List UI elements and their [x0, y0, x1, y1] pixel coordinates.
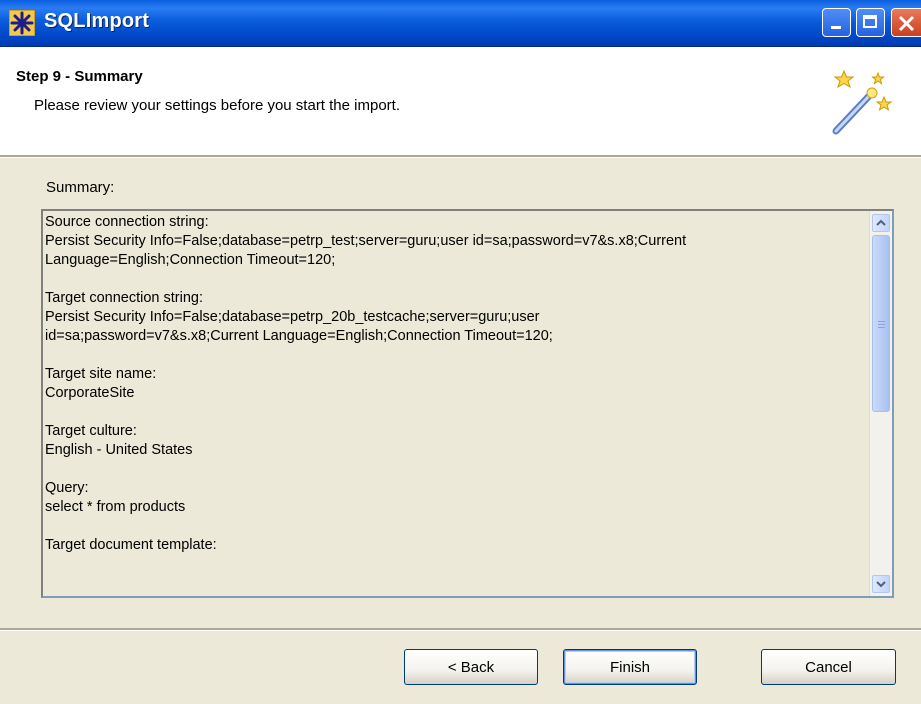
- summary-textbox[interactable]: Source connection string: Persist Securit…: [41, 209, 894, 598]
- summary-value: CorporateSite: [45, 385, 135, 401]
- summary-value: English - United States: [45, 442, 193, 458]
- close-button[interactable]: [891, 8, 921, 37]
- magic-wand-icon: [832, 69, 893, 135]
- minimize-icon: [831, 26, 841, 29]
- summary-value: select * from products: [45, 499, 186, 515]
- summary-label: Summary:: [46, 179, 115, 196]
- summary-heading: Target site name:: [45, 366, 157, 382]
- summary-heading: Target connection string:: [45, 290, 203, 306]
- summary-value: Persist Security Info=False;database=pet…: [45, 233, 687, 249]
- chevron-up-icon: [876, 219, 886, 226]
- maximize-icon: [863, 15, 877, 28]
- step-description: Please review your settings before you s…: [34, 97, 401, 114]
- summary-heading: Target culture:: [45, 423, 137, 439]
- summary-value: id=sa;password=v7&s.x8;Current Language=…: [45, 328, 553, 344]
- summary-block: Query: select * from products: [45, 479, 871, 517]
- vertical-scrollbar[interactable]: [869, 211, 892, 596]
- summary-content: Source connection string: Persist Securit…: [45, 213, 871, 574]
- chevron-down-icon: [876, 581, 886, 588]
- footer-divider: [0, 628, 921, 631]
- summary-heading: Query:: [45, 480, 89, 496]
- app-icon: [9, 10, 35, 36]
- scroll-up-button[interactable]: [872, 214, 890, 232]
- maximize-button[interactable]: [856, 8, 885, 37]
- summary-value: Persist Security Info=False;database=pet…: [45, 309, 540, 325]
- summary-block: Target document template:: [45, 536, 871, 555]
- grip-line: [878, 324, 885, 325]
- step-title: Step 9 - Summary: [16, 68, 143, 85]
- summary-block: Source connection string: Persist Securit…: [45, 213, 871, 270]
- scrollbar-thumb[interactable]: [872, 235, 890, 412]
- minimize-button[interactable]: [822, 8, 851, 37]
- grip-line: [878, 321, 885, 322]
- cancel-button[interactable]: Cancel: [761, 649, 896, 685]
- scroll-down-button[interactable]: [872, 575, 890, 593]
- finish-button[interactable]: Finish: [563, 649, 697, 685]
- back-button[interactable]: < Back: [404, 649, 538, 685]
- summary-heading: Source connection string:: [45, 214, 209, 230]
- wizard-header: Step 9 - Summary Please review your sett…: [0, 47, 921, 155]
- header-divider: [0, 155, 921, 158]
- grip-line: [878, 327, 885, 328]
- window-title: SQLImport: [44, 10, 150, 32]
- summary-block: Target connection string: Persist Securit…: [45, 289, 871, 346]
- summary-block: Target culture: English - United States: [45, 422, 871, 460]
- title-bar[interactable]: SQLImport: [0, 0, 921, 47]
- summary-value: Language=English;Connection Timeout=120;: [45, 252, 336, 268]
- close-icon: [898, 15, 915, 32]
- summary-heading: Target document template:: [45, 537, 217, 553]
- summary-block: Target site name: CorporateSite: [45, 365, 871, 403]
